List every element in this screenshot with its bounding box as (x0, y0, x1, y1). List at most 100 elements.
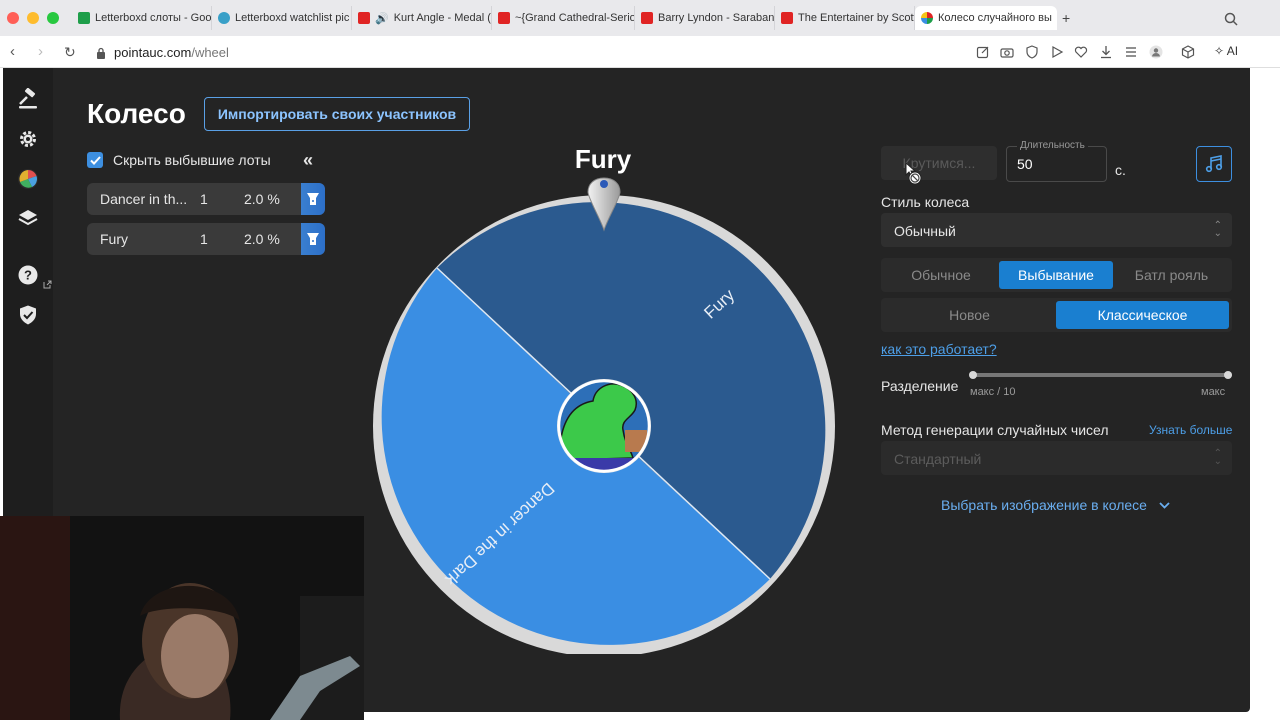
browser-tab[interactable]: Letterboxd слоты - Goo (72, 6, 212, 30)
spin-button[interactable]: Крутимся... (881, 146, 997, 180)
rng-method-label: Метод генерации случайных чисел (881, 422, 1109, 438)
new-tab-button[interactable]: + (1062, 11, 1070, 25)
winner-label: Fury (574, 144, 632, 174)
split-slider-min-dot (969, 371, 977, 379)
help-icon[interactable]: ? (17, 264, 39, 286)
browser-tab-bar: Letterboxd слоты - Goo Letterboxd watchl… (0, 0, 1280, 36)
browser-tab[interactable]: ~{Grand Cathedral-Serio (492, 6, 635, 30)
close-window-button[interactable] (7, 12, 19, 24)
play-icon[interactable] (1050, 45, 1064, 59)
music-button[interactable] (1196, 146, 1232, 182)
heart-icon[interactable] (1074, 45, 1088, 59)
wheel-nav-icon[interactable] (17, 168, 39, 190)
maximize-window-button[interactable] (47, 12, 59, 24)
lot-amount: 1 (200, 231, 208, 247)
lot-row[interactable]: Dancer in th... 1 2.0 % (87, 183, 325, 215)
edit-icon[interactable] (976, 45, 990, 59)
split-slider-max-dot (1224, 371, 1232, 379)
webcam-overlay (0, 516, 364, 720)
wheel[interactable]: Fury Dancer in the Dark (371, 188, 837, 654)
collapse-panel-icon[interactable]: « (303, 150, 313, 171)
tab-title: Letterboxd слоты - Goo (95, 12, 212, 24)
url-path: /wheel (191, 45, 229, 60)
mode-option-battle-royale[interactable]: Батл рояль (1114, 261, 1229, 289)
wheel-style-label: Стиль колеса (881, 194, 970, 210)
select-caret-icon: ⌃ ⌄ (1213, 448, 1222, 467)
browser-tab[interactable]: Letterboxd watchlist pic (212, 6, 352, 30)
not-allowed-cursor-icon (905, 162, 922, 185)
minimize-window-button[interactable] (27, 12, 39, 24)
profile-icon[interactable] (1149, 45, 1163, 59)
choose-wheel-image-label: Выбрать изображение в колесе (941, 497, 1147, 513)
hide-eliminated-checkbox[interactable] (87, 152, 103, 168)
tab-title: Колесо случайного вы (938, 12, 1052, 24)
layers-icon[interactable] (17, 207, 39, 229)
lot-percent: 2.0 % (244, 231, 280, 247)
svg-text:?: ? (24, 268, 32, 283)
hide-eliminated-label: Скрыть выбывшие лоты (113, 152, 271, 168)
lot-action-button[interactable] (301, 183, 325, 215)
lot-amount: 1 (200, 191, 208, 207)
reload-icon[interactable]: ↻ (64, 43, 76, 61)
split-slider-track[interactable] (970, 373, 1232, 377)
lot-row[interactable]: Fury 1 2.0 % (87, 223, 325, 255)
select-caret-icon: ⌃ ⌄ (1213, 220, 1222, 239)
page-title: Колесо (87, 98, 186, 129)
url-host: pointauc.com (114, 45, 192, 60)
ai-label: AI (1226, 44, 1239, 58)
browser-tab[interactable]: Barry Lyndon - Saraban (635, 6, 775, 30)
mode-option-elimination[interactable]: Выбывание (999, 261, 1113, 289)
music-note-icon (1205, 155, 1223, 173)
duration-input[interactable] (1017, 156, 1097, 172)
browser-tab[interactable]: The Entertainer by Scott (775, 6, 915, 30)
speaker-icon: 🔊 (375, 12, 389, 25)
import-participants-button[interactable]: Импортировать своих участников (204, 97, 470, 131)
checkmark-icon (89, 155, 101, 165)
mode-segmented-control: Обычное Выбывание Батл рояль (881, 258, 1232, 292)
youtube-icon (641, 12, 653, 24)
flashlight-icon (307, 193, 319, 205)
url-field[interactable]: pointauc.com/wheel (96, 45, 229, 60)
address-bar: ‹ › ↻ pointauc.com/wheel ✧ AI (0, 36, 1280, 68)
rng-method-select[interactable]: Стандартный ⌃ ⌄ (881, 441, 1232, 475)
shield-check-icon[interactable] (17, 304, 39, 326)
mode-option-normal[interactable]: Обычное (884, 261, 998, 289)
sheets-icon (78, 12, 90, 24)
wheel-center-image (557, 379, 651, 473)
hide-eliminated-row[interactable]: Скрыть выбывшие лоты (87, 152, 271, 168)
wheel-pointer-icon (587, 177, 621, 232)
camera-icon[interactable] (1000, 45, 1014, 59)
wheel-style-select[interactable]: Обычный ⌃ ⌄ (881, 213, 1232, 247)
variant-option-new[interactable]: Новое (884, 301, 1055, 329)
lot-action-button[interactable] (301, 223, 325, 255)
wheel-style-value: Обычный (894, 223, 956, 239)
search-tabs-icon[interactable] (1224, 12, 1238, 26)
back-icon[interactable]: ‹ (10, 43, 15, 61)
menu-icon[interactable] (1124, 45, 1138, 59)
rng-learn-more-link[interactable]: Узнать больше (1149, 423, 1232, 437)
how-it-works-link[interactable]: как это работает? (881, 341, 997, 357)
browser-tab[interactable]: 🔊 Kurt Angle - Medal ( (352, 6, 492, 30)
auction-gavel-icon[interactable] (17, 88, 39, 110)
wheel-favicon-icon (921, 12, 933, 24)
tab-title: Barry Lyndon - Saraban (658, 12, 775, 24)
letterboxd-icon (218, 12, 230, 24)
download-icon[interactable] (1099, 45, 1113, 59)
ai-button[interactable]: ✧ AI (1214, 44, 1238, 58)
split-max-label: макс (1201, 386, 1226, 398)
browser-tab-active[interactable]: Колесо случайного вы (915, 6, 1057, 30)
shield-icon[interactable] (1025, 45, 1039, 59)
variant-segmented-control: Новое Классическое (881, 298, 1232, 332)
lot-name: Dancer in th... (100, 191, 188, 207)
forward-icon[interactable]: › (38, 43, 43, 61)
tab-title: Letterboxd watchlist pic (235, 12, 350, 24)
split-min-label: макс / 10 (970, 386, 1016, 398)
variant-option-classic[interactable]: Классическое (1056, 301, 1229, 329)
choose-wheel-image-button[interactable]: Выбрать изображение в колесе (941, 497, 1170, 513)
tab-title: Kurt Angle - Medal ( (393, 12, 491, 24)
flashlight-icon (307, 233, 319, 245)
tab-title: ~{Grand Cathedral-Serio (515, 12, 635, 24)
extensions-cube-icon[interactable] (1181, 45, 1195, 59)
settings-gear-icon[interactable] (17, 128, 39, 150)
youtube-icon (358, 12, 370, 24)
